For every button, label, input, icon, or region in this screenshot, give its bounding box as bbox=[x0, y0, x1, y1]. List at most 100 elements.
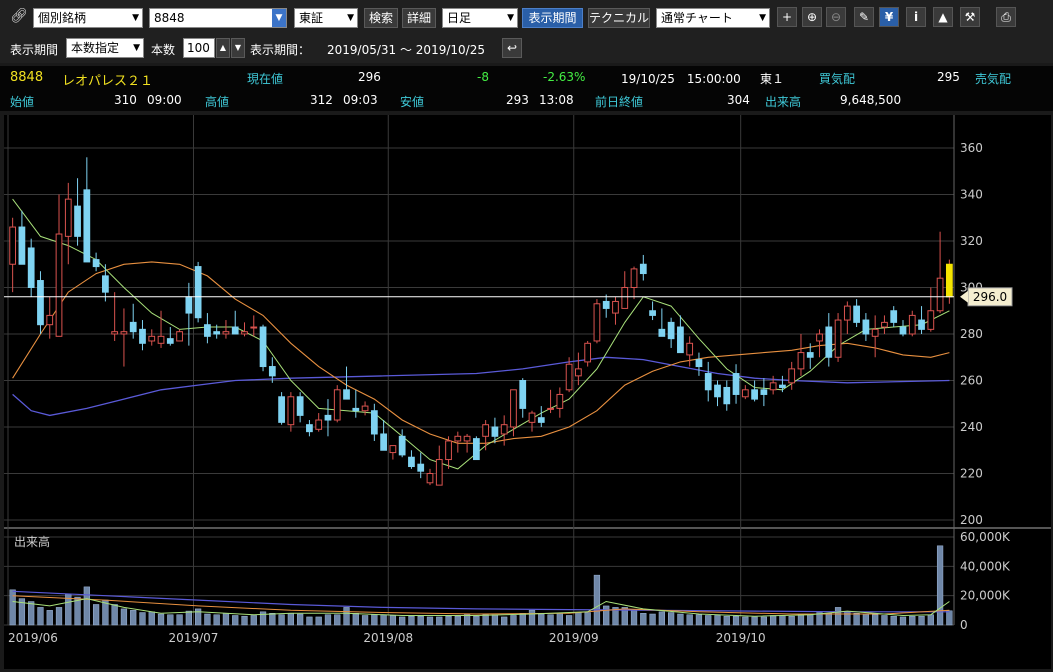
candle-body bbox=[343, 389, 350, 400]
candle-body bbox=[695, 359, 703, 368]
volume-bar bbox=[287, 613, 294, 626]
count-up-button[interactable]: ▲ bbox=[216, 38, 230, 58]
crosshair-icon[interactable]: + bbox=[777, 7, 797, 27]
chevron-down-icon[interactable]: ▼ bbox=[272, 9, 286, 27]
candle-body bbox=[741, 389, 749, 398]
candle-body bbox=[890, 310, 898, 323]
info-icon[interactable]: i bbox=[906, 7, 926, 27]
volume-bar bbox=[55, 607, 63, 626]
volume-bar bbox=[445, 615, 452, 626]
candle-body bbox=[268, 366, 276, 377]
volume-bar bbox=[584, 612, 591, 626]
code-input[interactable]: 8848 ▼ bbox=[149, 8, 287, 28]
candle-body bbox=[139, 328, 146, 344]
candle-body bbox=[64, 198, 72, 237]
volume-bar bbox=[139, 612, 146, 626]
detail-button[interactable]: 詳細 bbox=[402, 8, 436, 28]
range-value: 2019/05/31 ～ 2019/10/25 bbox=[327, 43, 485, 57]
chevron-down-icon: ▼ bbox=[759, 13, 766, 23]
candle-body bbox=[37, 280, 44, 326]
candle-body bbox=[287, 396, 295, 426]
volume-bar bbox=[519, 613, 526, 626]
candle-body bbox=[204, 324, 211, 337]
candle-body bbox=[686, 342, 694, 356]
mode-select[interactable]: 個別銘柄 ▼ bbox=[33, 8, 143, 28]
volume-bar bbox=[463, 614, 471, 626]
yen-icon[interactable]: ¥ bbox=[879, 7, 899, 27]
chart-type-select[interactable]: 通常チャート ▼ bbox=[656, 8, 770, 28]
volume-bar bbox=[742, 616, 749, 626]
candle-body bbox=[278, 396, 285, 423]
volume-bar bbox=[723, 615, 730, 626]
candle-body bbox=[825, 326, 833, 358]
search-button[interactable]: 検索 bbox=[364, 8, 398, 28]
x-tick-label: 2019/06 bbox=[8, 631, 58, 645]
price-chart[interactable]: 36034032030028026024022020060,000K40,000… bbox=[4, 115, 1051, 669]
stock-name: レオパレス２１ bbox=[62, 74, 154, 89]
period-mode-value: 本数指定 bbox=[71, 41, 120, 55]
volume-bar bbox=[649, 613, 656, 626]
candle-body bbox=[472, 438, 480, 461]
volume-bar bbox=[890, 615, 897, 626]
candle-body bbox=[241, 331, 248, 335]
range-label: 表示期間： bbox=[250, 43, 311, 57]
pencil-icon[interactable]: ✎ bbox=[854, 7, 874, 27]
candle-body bbox=[194, 266, 202, 319]
candle-body bbox=[222, 331, 230, 335]
open-time: 09:00 bbox=[147, 93, 182, 107]
candle-body bbox=[231, 326, 239, 335]
candle-body bbox=[834, 319, 842, 358]
volume-label: 出来高 bbox=[765, 95, 802, 109]
candle-body bbox=[250, 326, 258, 329]
period-mode-select[interactable]: 本数指定 ▼ bbox=[66, 38, 144, 58]
volume-bar bbox=[176, 614, 183, 626]
candle-body bbox=[408, 456, 415, 468]
candle-body bbox=[361, 405, 369, 412]
ask-label: 売気配 bbox=[975, 72, 1012, 86]
volume-bar bbox=[250, 615, 257, 626]
volume-bar bbox=[547, 614, 554, 626]
count-down-button[interactable]: ▼ bbox=[231, 38, 245, 58]
high-label: 高値 bbox=[205, 95, 230, 109]
market-select[interactable]: 東証 ▼ bbox=[294, 8, 358, 28]
period-select-value: 日足 bbox=[447, 11, 472, 25]
candle-body bbox=[296, 396, 304, 416]
candle-body bbox=[213, 331, 221, 335]
volume-bar bbox=[695, 614, 703, 626]
candle-body bbox=[370, 410, 378, 435]
volume-bar bbox=[380, 614, 387, 626]
candle-body bbox=[417, 463, 425, 472]
candle-body bbox=[463, 435, 471, 442]
volume-ma-long-line bbox=[12, 590, 950, 613]
chart-area[interactable]: 36034032030028026024022020060,000K40,000… bbox=[4, 115, 1051, 669]
candle-body bbox=[677, 326, 684, 354]
zoom-in-icon[interactable]: ⊕ bbox=[802, 7, 822, 27]
candle-body bbox=[102, 275, 109, 293]
link-icon[interactable]: 🔗︎ bbox=[10, 8, 28, 24]
candle-body bbox=[482, 424, 490, 437]
candle-body bbox=[936, 277, 944, 312]
volume-bar bbox=[204, 613, 211, 626]
period-select[interactable]: 日足 ▼ bbox=[442, 8, 518, 28]
print-icon[interactable]: ⎙ bbox=[996, 7, 1016, 27]
candle-body bbox=[630, 268, 638, 288]
candle-body bbox=[899, 326, 907, 335]
candle-body bbox=[537, 417, 545, 423]
display-period-button[interactable]: 表示期間 bbox=[522, 8, 583, 28]
price-tick-label: 340 bbox=[960, 188, 983, 202]
volume-bar bbox=[399, 616, 406, 626]
zoom-out-icon[interactable]: ⊖ bbox=[826, 7, 846, 27]
volume-bar bbox=[603, 605, 610, 626]
candle-body bbox=[639, 263, 647, 275]
reset-button[interactable]: ↩ bbox=[502, 38, 522, 58]
candle-body bbox=[380, 433, 387, 451]
volume-tick-label: 0 bbox=[960, 618, 968, 632]
technical-button[interactable]: テクニカル bbox=[588, 8, 650, 28]
wrench-icon[interactable]: ⚒ bbox=[960, 7, 980, 27]
volume-bar bbox=[862, 613, 870, 626]
current-label: 現在値 bbox=[247, 72, 284, 86]
mountain-chart-icon[interactable]: ▲ bbox=[933, 7, 953, 27]
high-price: 312 bbox=[310, 93, 333, 107]
x-tick-label: 2019/07 bbox=[169, 631, 219, 645]
count-input[interactable]: 100 bbox=[183, 38, 215, 58]
